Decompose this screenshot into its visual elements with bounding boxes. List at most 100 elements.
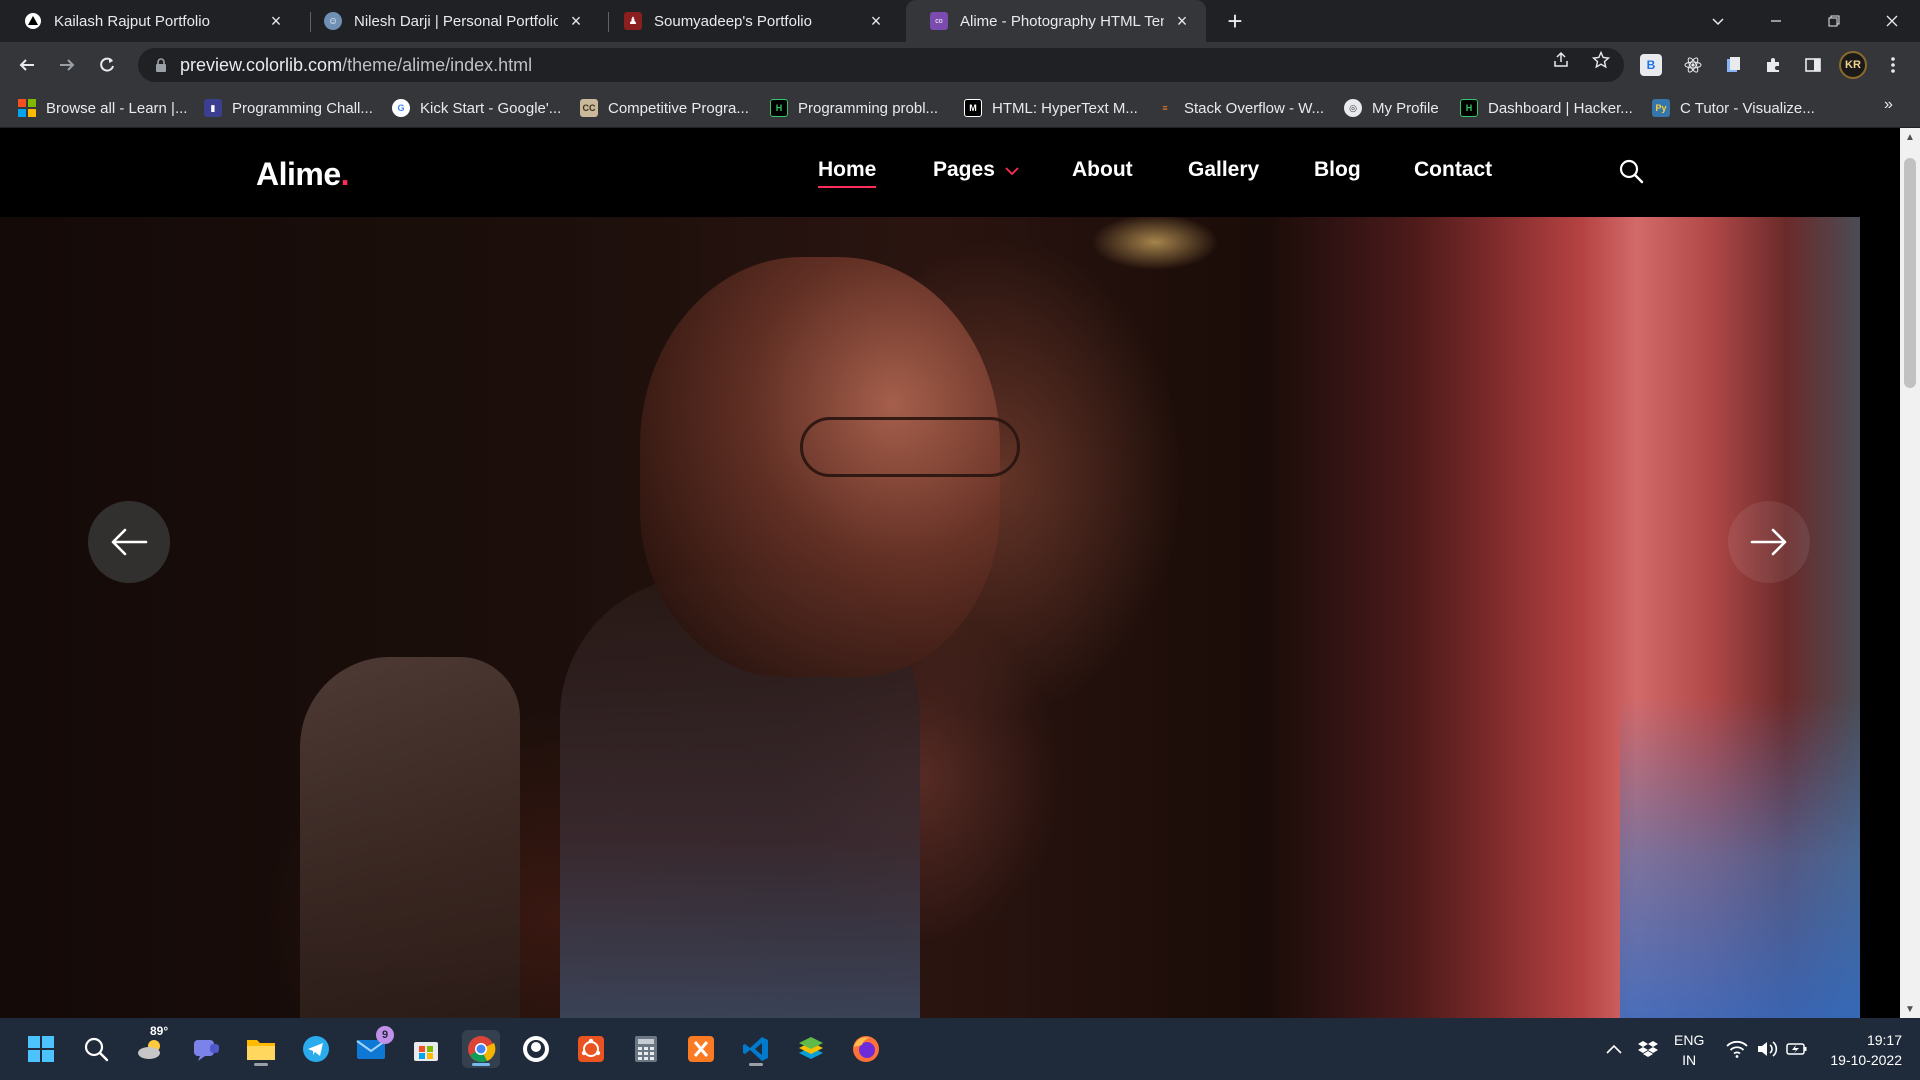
tab-search-chevron-icon[interactable] — [1692, 0, 1744, 42]
hackerrank-icon: H — [770, 99, 788, 117]
tab-alime[interactable]: co Alime - Photography HTML Temp × — [906, 0, 1206, 42]
more-menu-icon[interactable] — [1880, 52, 1906, 78]
share-icon[interactable] — [1550, 49, 1572, 71]
page-scrollbar[interactable]: ▲ ▼ — [1900, 128, 1920, 1018]
back-button[interactable] — [12, 50, 42, 80]
nav-pages[interactable]: Pages — [933, 158, 1019, 182]
scrollbar-thumb[interactable] — [1904, 158, 1916, 388]
xampp-icon[interactable] — [682, 1030, 720, 1068]
side-panel-icon[interactable] — [1800, 52, 1826, 78]
tab-title: Kailash Rajput Portfolio — [54, 12, 210, 30]
scroll-up-arrow-icon[interactable]: ▲ — [1900, 128, 1920, 146]
bookmark-programming-challenges[interactable]: ▮ Programming Chall... — [204, 96, 373, 120]
codechef-icon: CC — [580, 99, 598, 117]
file-explorer-icon[interactable] — [242, 1030, 280, 1068]
tab-soumyadeep[interactable]: ♟ Soumyadeep's Portfolio × — [600, 0, 900, 42]
nav-blog[interactable]: Blog — [1314, 158, 1361, 182]
bookmarks-bar: Browse all - Learn |... ▮ Programming Ch… — [0, 88, 1920, 128]
bookmark-c-tutor[interactable]: Py C Tutor - Visualize... — [1652, 96, 1815, 120]
nav-about[interactable]: About — [1072, 158, 1133, 182]
bookmark-label: Programming Chall... — [232, 99, 373, 117]
start-button[interactable] — [22, 1030, 60, 1068]
slider-prev-button[interactable] — [88, 501, 170, 583]
weather-widget[interactable]: 89° — [132, 1024, 170, 1068]
close-icon[interactable]: × — [866, 11, 886, 31]
github-icon[interactable] — [517, 1030, 555, 1068]
language-indicator[interactable]: ENG IN — [1674, 1030, 1704, 1070]
profile-avatar[interactable]: KR — [1839, 51, 1867, 79]
close-icon[interactable]: × — [266, 11, 286, 31]
dropbox-icon[interactable] — [1638, 1018, 1658, 1080]
telegram-icon[interactable] — [297, 1030, 335, 1068]
bookmark-label: My Profile — [1372, 99, 1439, 117]
neon-sign-glow — [1620, 697, 1860, 1018]
show-hidden-icons-chevron-up-icon[interactable] — [1606, 1018, 1622, 1080]
nav-pages-label: Pages — [933, 158, 995, 181]
forward-button[interactable] — [52, 50, 82, 80]
hackerrank-icon: H — [1460, 99, 1478, 117]
volume-icon[interactable] — [1756, 1018, 1778, 1080]
bookmark-kick-start[interactable]: G Kick Start - Google'... — [392, 96, 561, 120]
site-logo[interactable]: Alime. — [256, 156, 350, 193]
close-icon[interactable]: × — [566, 11, 586, 31]
teams-chat-icon[interactable] — [187, 1030, 225, 1068]
clock-time: 19:17 — [1866, 1032, 1902, 1048]
globe-icon: ◎ — [1344, 99, 1362, 117]
site-header: Alime. Home Pages About Gallery Blog Con… — [0, 128, 1900, 217]
hero-figure-arm — [300, 657, 520, 1018]
scroll-down-arrow-icon[interactable]: ▼ — [1900, 1000, 1920, 1018]
restore-button[interactable] — [1808, 0, 1860, 42]
wifi-icon[interactable] — [1726, 1018, 1748, 1080]
tab-title: Nilesh Darji | Personal Portfolio — [354, 12, 558, 30]
battery-icon[interactable] — [1786, 1018, 1808, 1080]
close-icon[interactable]: × — [1172, 11, 1192, 31]
new-tab-button[interactable]: + — [1220, 6, 1250, 36]
system-clock[interactable]: 19:17 19-10-2022 — [1826, 1030, 1902, 1070]
bookmark-label: Competitive Progra... — [608, 99, 749, 117]
bookmark-label: HTML: HyperText M... — [992, 99, 1138, 117]
close-window-button[interactable] — [1866, 0, 1918, 42]
minimize-button[interactable] — [1750, 0, 1802, 42]
lock-icon[interactable] — [154, 58, 168, 72]
bookmark-programming-problems[interactable]: H Programming probl... — [770, 96, 938, 120]
vscode-icon[interactable] — [737, 1030, 775, 1068]
mdn-icon: M — [964, 99, 982, 117]
tab-kailash[interactable]: Kailash Rajput Portfolio × — [0, 0, 300, 42]
search-icon[interactable] — [1618, 158, 1646, 186]
slider-next-button[interactable] — [1728, 501, 1810, 583]
bookmark-label: Kick Start - Google'... — [420, 99, 562, 117]
ubuntu-icon[interactable] — [572, 1030, 610, 1068]
tab-nilesh[interactable]: ☺ Nilesh Darji | Personal Portfolio × — [300, 0, 600, 42]
b-extension-icon[interactable]: B — [1640, 54, 1662, 76]
address-bar[interactable]: preview.colorlib.com/theme/alime/index.h… — [138, 48, 1624, 82]
url-text: preview.colorlib.com/theme/alime/index.h… — [180, 55, 532, 76]
bookmark-html-mdn[interactable]: M HTML: HyperText M... — [964, 96, 1138, 120]
nav-gallery[interactable]: Gallery — [1188, 158, 1259, 182]
mail-icon[interactable]: 9 — [352, 1026, 394, 1068]
bookmarks-overflow-icon[interactable]: » — [1884, 96, 1893, 114]
bookmark-star-icon[interactable] — [1590, 49, 1612, 71]
nav-home[interactable]: Home — [818, 158, 877, 188]
chrome-icon[interactable] — [462, 1030, 500, 1068]
bluestacks-icon[interactable] — [792, 1030, 830, 1068]
calculator-icon[interactable] — [627, 1030, 665, 1068]
bookmark-browse-all[interactable]: Browse all - Learn |... — [18, 96, 187, 120]
firefox-icon[interactable] — [847, 1030, 885, 1068]
clipboard-extension-icon[interactable] — [1720, 52, 1746, 78]
react-extension-icon[interactable] — [1680, 52, 1706, 78]
bookmark-stack-overflow[interactable]: ≡ Stack Overflow - W... — [1156, 96, 1324, 120]
book-icon: ▮ — [204, 99, 222, 117]
puzzle-extensions-icon[interactable] — [1760, 52, 1786, 78]
microsoft-store-icon[interactable] — [407, 1030, 445, 1068]
hero-slide-image — [0, 217, 1860, 1018]
bookmark-my-profile[interactable]: ◎ My Profile — [1344, 96, 1439, 120]
bookmark-competitive-programming[interactable]: CC Competitive Progra... — [580, 96, 749, 120]
lang-code: ENG — [1674, 1032, 1705, 1048]
reload-button[interactable] — [92, 50, 122, 80]
logo-text: Alime — [256, 156, 341, 192]
search-icon[interactable] — [77, 1030, 115, 1068]
triangle-logo-icon — [24, 12, 42, 30]
webpage: Alime. Home Pages About Gallery Blog Con… — [0, 128, 1900, 1018]
nav-contact[interactable]: Contact — [1414, 158, 1492, 182]
bookmark-dashboard-hackerrank[interactable]: H Dashboard | Hacker... — [1460, 96, 1633, 120]
